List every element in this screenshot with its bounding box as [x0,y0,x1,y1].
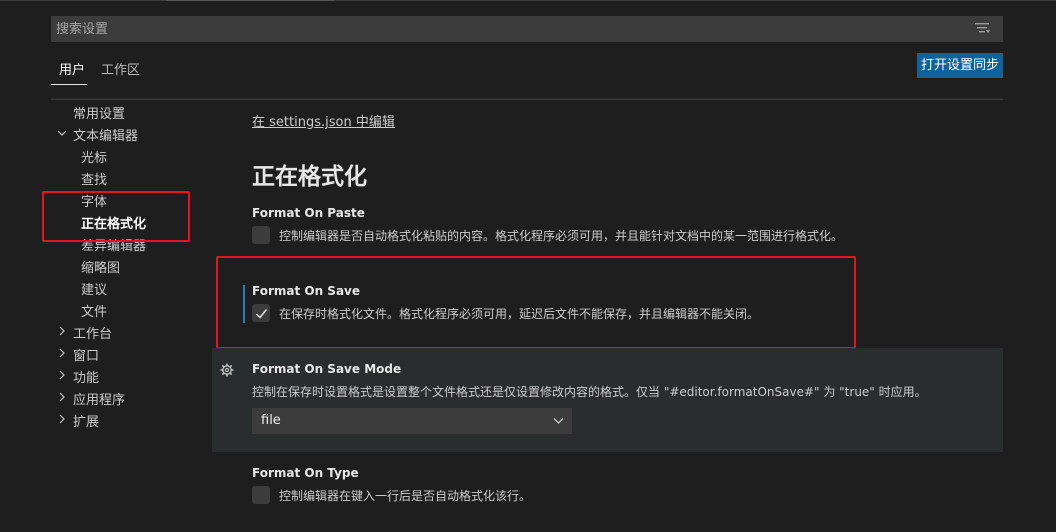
toc-item-diff-editor[interactable]: 差异编辑器 [81,235,146,254]
focused-setting-indicator [243,285,245,323]
toc-item-extensions[interactable]: 扩展 [73,411,99,430]
filter-icon[interactable] [975,22,991,36]
setting-title: Format On Save [252,284,361,298]
format-on-type-checkbox[interactable] [252,486,270,504]
format-on-paste-checkbox[interactable] [252,226,270,244]
chevron-right-icon[interactable] [57,392,67,402]
toc-item-cursor[interactable]: 光标 [81,147,107,166]
setting-title: Format On Paste [252,206,365,220]
settings-search-input[interactable] [51,16,951,42]
chevron-right-icon[interactable] [57,414,67,424]
annotation-box-format-on-save [216,256,856,349]
toc-item-application[interactable]: 应用程序 [73,389,125,408]
toc-item-window[interactable]: 窗口 [73,345,99,364]
toc-item-files[interactable]: 文件 [81,301,107,320]
setting-title: Format On Type [252,466,359,480]
setting-description: 在保存时格式化文件。格式化程序必须可用，延迟后文件不能保存，并且编辑器不能关闭。 [279,307,760,321]
gear-icon[interactable] [220,363,234,377]
setting-description: 控制编辑器是否自动格式化粘贴的内容。格式化程序必须可用，并且能针对文档中的某一范… [279,229,844,243]
editor-tab-strip-edge [166,0,334,1]
toc-item-find[interactable]: 查找 [81,169,107,188]
settings-sync-button[interactable]: 打开设置同步 [917,53,1003,78]
settings-search-bar[interactable] [51,16,1003,42]
toc-item-minimap[interactable]: 缩略图 [81,257,120,276]
chevron-right-icon[interactable] [57,326,67,336]
chevron-down-icon [553,418,564,424]
toc-item-common[interactable]: 常用设置 [73,103,125,122]
toc-item-text-editor[interactable]: 文本编辑器 [73,125,138,144]
toc-item-features[interactable]: 功能 [73,367,99,386]
format-on-save-mode-select[interactable]: file [252,408,572,434]
toc-item-font[interactable]: 字体 [81,191,107,210]
tab-workspace[interactable]: 工作区 [101,59,140,78]
active-tab-indicator [51,84,87,85]
window-top-border [0,0,1056,1]
setting-title: Format On Save Mode [252,362,402,376]
toc-item-suggestions[interactable]: 建议 [81,279,107,298]
section-title: 正在格式化 [252,164,367,190]
edit-in-settings-json-link[interactable]: 在 settings.json 中编辑 [252,111,395,130]
setting-description: 控制在保存时设置格式是设置整个文件格式还是仅设置修改内容的格式。仅当 "#edi… [252,385,927,399]
chevron-right-icon[interactable] [57,348,67,358]
select-value: file [261,413,281,428]
format-on-save-checkbox[interactable] [252,304,270,322]
chevron-right-icon[interactable] [57,370,67,380]
toc-item-formatting[interactable]: 正在格式化 [81,213,146,232]
chevron-down-icon[interactable] [57,128,67,138]
tab-user[interactable]: 用户 [59,59,85,78]
setting-description: 控制编辑器在键入一行后是否自动格式化该行。 [279,489,532,503]
toc-item-workbench[interactable]: 工作台 [73,323,112,342]
check-icon [255,309,268,319]
header-separator [51,98,1003,100]
